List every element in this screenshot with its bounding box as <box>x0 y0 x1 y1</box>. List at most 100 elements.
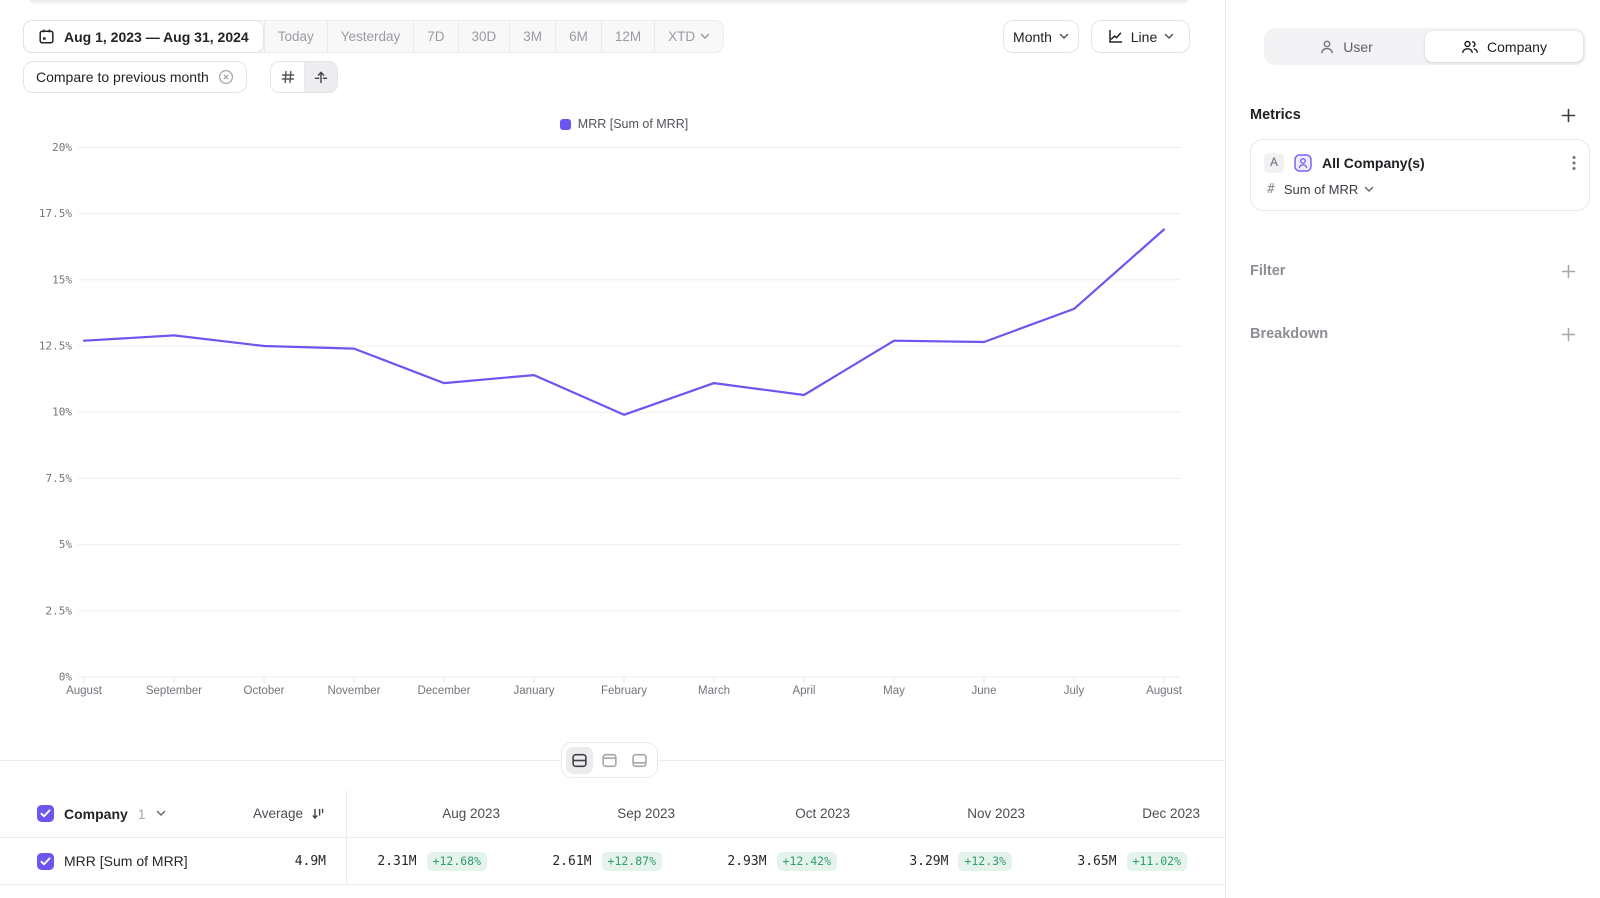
cell-value: 2.31M <box>377 854 416 869</box>
add-breakdown-icon[interactable] <box>1561 327 1576 342</box>
y-axis-tick-label: 17.5% <box>39 207 72 220</box>
value-cell[interactable]: 2.31M +12.68% <box>347 838 522 884</box>
x-axis-tick-label: December <box>417 685 470 697</box>
filter-title: Filter <box>1250 263 1285 279</box>
cell-value: 3.65M <box>1077 854 1116 869</box>
preset-xtd-label: XTD <box>668 29 695 44</box>
company-checkbox[interactable] <box>37 805 54 822</box>
layout-option-split-horizontal[interactable] <box>566 747 593 774</box>
series-name: MRR [Sum of MRR] <box>64 853 188 869</box>
preset-7d[interactable]: 7D <box>413 21 457 52</box>
layout-option-panel-bottom[interactable] <box>626 747 653 774</box>
entity-tabs: User Company <box>1264 28 1586 65</box>
tab-company[interactable]: Company <box>1425 31 1583 62</box>
aggregation-select[interactable]: Sum of MRR <box>1284 182 1374 197</box>
preset-xtd[interactable]: XTD <box>654 21 723 52</box>
preset-label: 6M <box>569 29 588 44</box>
value-cell[interactable]: 2.93M +12.42% <box>697 838 872 884</box>
table-header-row: Company 1 Average Aug 2023Sep 2023Oct 20… <box>0 790 1225 838</box>
preset-yesterday[interactable]: Yesterday <box>327 21 414 52</box>
date-range-button[interactable]: Aug 1, 2023 — Aug 31, 2024 <box>23 20 264 53</box>
preset-30d[interactable]: 30D <box>458 21 510 52</box>
panel-bottom-icon <box>631 752 648 769</box>
cell-value: 2.93M <box>727 854 766 869</box>
add-metric-icon[interactable] <box>1561 108 1576 123</box>
preset-3m[interactable]: 3M <box>509 21 555 52</box>
grid-toggle-button[interactable] <box>271 62 304 92</box>
grid-icon <box>280 69 296 85</box>
events-toggle-button[interactable] <box>304 62 337 92</box>
chart-option-toggles <box>270 61 338 93</box>
granularity-select[interactable]: Month <box>1003 20 1079 53</box>
average-value: 4.9M <box>295 854 326 869</box>
chevron-down-icon <box>1364 186 1374 193</box>
column-header[interactable]: Dec 2023 <box>1047 790 1222 837</box>
column-header[interactable]: Nov 2023 <box>872 790 1047 837</box>
metric-menu-icon[interactable] <box>1572 155 1576 171</box>
column-header[interactable]: Aug 2023 <box>347 790 522 837</box>
value-cell[interactable]: 3.29M +12.3% <box>872 838 1047 884</box>
preset-label: 3M <box>523 29 542 44</box>
cell-value: 3.29M <box>909 854 948 869</box>
delta-badge: +12.68% <box>427 852 487 871</box>
row-header-cell: MRR [Sum of MRR] 4.9M <box>0 838 347 884</box>
average-column-label[interactable]: Average <box>253 806 303 821</box>
chart-type-select[interactable]: Line <box>1091 20 1190 53</box>
numeric-property-icon: # <box>1267 182 1275 197</box>
x-axis-tick-label: October <box>244 685 285 697</box>
metric-card[interactable]: A All Company(s) # Sum of MRR <box>1250 139 1590 211</box>
panel-top-icon <box>601 752 618 769</box>
y-axis-tick-label: 0% <box>59 671 73 684</box>
sort-descending-icon[interactable] <box>310 806 326 822</box>
company-icon <box>1461 39 1479 55</box>
delta-badge: +12.42% <box>777 852 837 871</box>
column-header[interactable]: Oct 2023 <box>697 790 872 837</box>
column-header[interactable]: Sep 2023 <box>522 790 697 837</box>
layout-option-panel-top[interactable] <box>596 747 623 774</box>
chevron-down-icon[interactable] <box>156 810 166 817</box>
x-axis-tick-label: August <box>66 685 103 697</box>
x-axis-tick-label: June <box>972 685 997 697</box>
preset-today[interactable]: Today <box>264 21 327 52</box>
table-header-left: Company 1 Average <box>0 790 347 837</box>
group-by-label[interactable]: Company <box>64 806 128 822</box>
preset-label: 30D <box>472 29 497 44</box>
x-axis-tick-label: January <box>514 685 555 697</box>
compare-chip-label: Compare to previous month <box>36 69 209 85</box>
preset-6m[interactable]: 6M <box>555 21 601 52</box>
row-checkbox[interactable] <box>37 853 54 870</box>
x-axis-tick-label: February <box>601 685 647 697</box>
aggregation-label: Sum of MRR <box>1284 182 1358 197</box>
line-chart[interactable]: 0%2.5%5%7.5%10%12.5%15%17.5%20%AugustSep… <box>0 138 1225 713</box>
x-axis-tick-label: September <box>146 685 202 697</box>
metrics-title: Metrics <box>1250 107 1301 123</box>
cell-value: 2.61M <box>552 854 591 869</box>
tab-company-label: Company <box>1487 39 1547 55</box>
chevron-down-icon <box>700 33 710 40</box>
add-filter-icon[interactable] <box>1561 264 1576 279</box>
value-cell[interactable]: 2.61M+12.87% <box>522 838 697 884</box>
compare-chip[interactable]: Compare to previous month <box>23 61 247 93</box>
chart-legend[interactable]: MRR [Sum of MRR] <box>84 117 1164 131</box>
delta-badge: +12.3% <box>958 852 1012 871</box>
chevron-down-icon <box>1059 33 1069 40</box>
value-cell[interactable]: 3.65M +11.02% <box>1047 838 1222 884</box>
table-row[interactable]: MRR [Sum of MRR]4.9M2.31M+12.68%2.61M+12… <box>0 838 1225 885</box>
delta-badge: +11.02% <box>1127 852 1187 871</box>
results-table: Company 1 Average Aug 2023Sep 2023Oct 20… <box>0 790 1225 885</box>
preset-label: 12M <box>615 29 641 44</box>
split-horizontal-icon <box>571 752 588 769</box>
chart-type-label: Line <box>1131 29 1157 45</box>
y-axis-tick-label: 10% <box>52 406 72 419</box>
chevron-down-icon <box>1164 33 1174 40</box>
y-axis-tick-label: 5% <box>59 538 73 551</box>
x-axis-tick-label: May <box>883 685 905 697</box>
x-axis-tick-label: November <box>327 685 380 697</box>
remove-compare-icon[interactable] <box>218 69 234 85</box>
preset-12m[interactable]: 12M <box>601 21 654 52</box>
x-axis-tick-label: March <box>698 685 730 697</box>
y-axis-tick-label: 15% <box>52 273 72 286</box>
user-icon <box>1319 39 1335 55</box>
mrr-series-line[interactable] <box>84 230 1164 415</box>
tab-user[interactable]: User <box>1267 31 1425 62</box>
